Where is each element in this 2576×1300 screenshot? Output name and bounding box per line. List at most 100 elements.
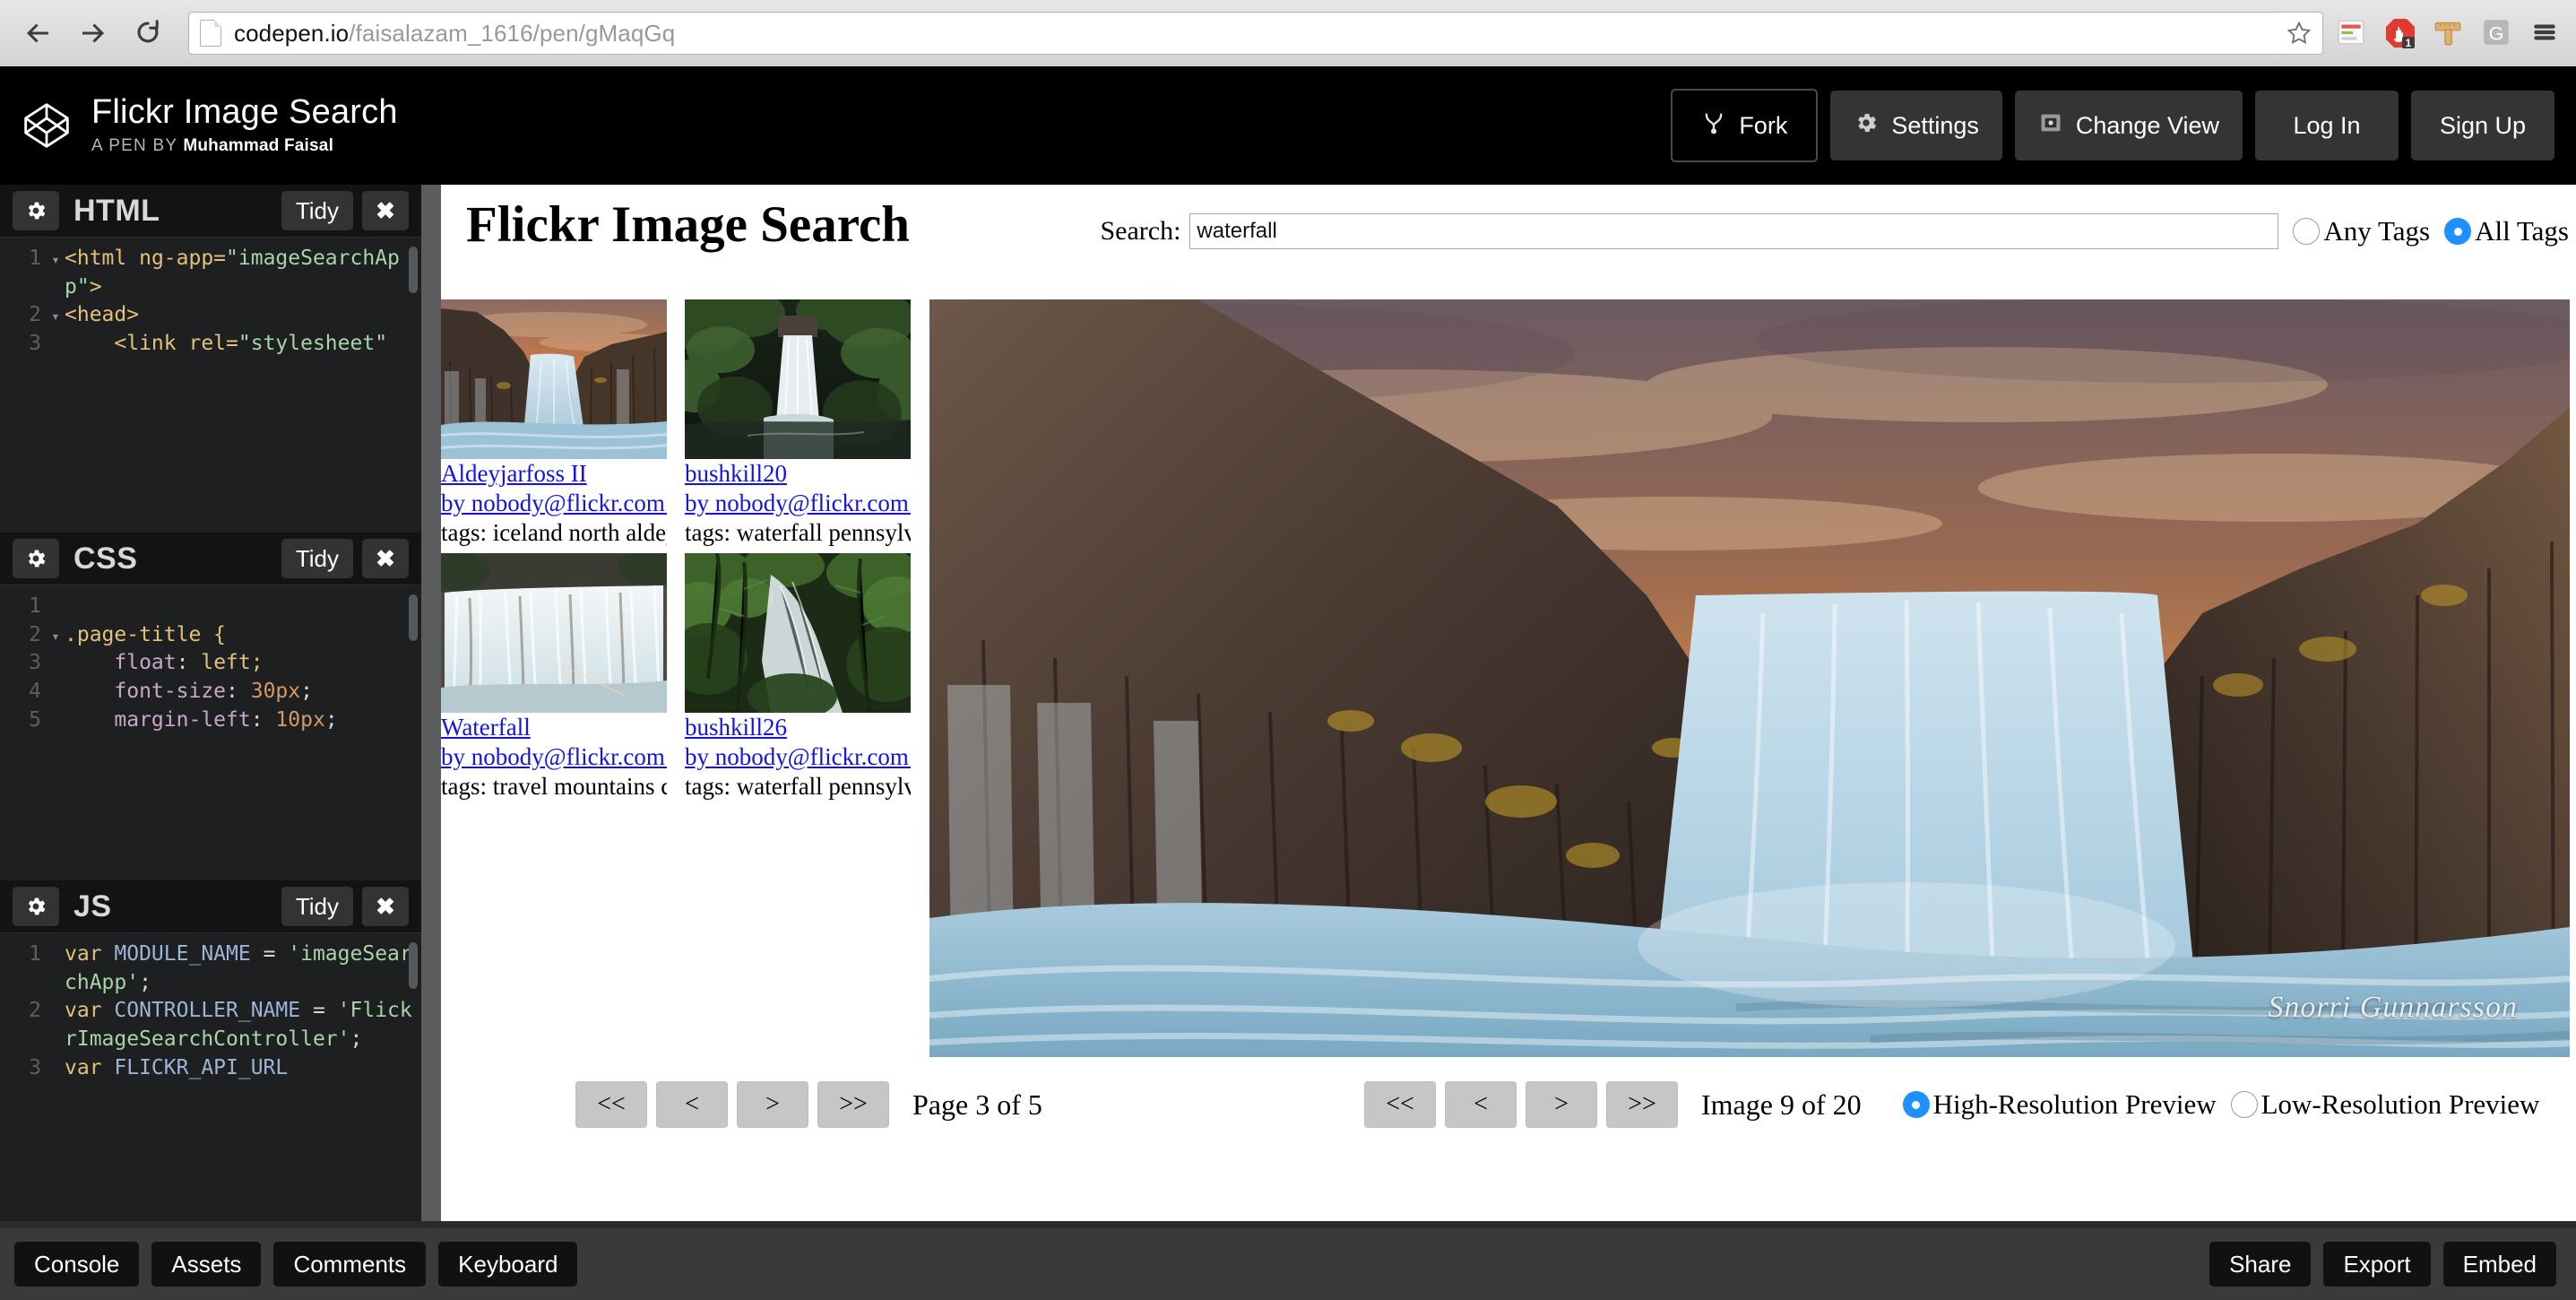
main-image-viewer[interactable]: Snorri Gunnarsson — [929, 299, 2570, 1057]
line-number: 2 — [29, 303, 41, 327]
line-number: 2 — [29, 622, 41, 646]
radio-all-tags[interactable] — [2444, 218, 2472, 245]
image-pagination: << < > >> Image 9 of 20 High-Resolution … — [1364, 1081, 2539, 1128]
settings-label: Settings — [1891, 111, 1979, 139]
embed-button[interactable]: Embed — [2442, 1242, 2556, 1287]
editor-scrollbar[interactable] — [409, 594, 418, 641]
browser-toolbar: codepen.io/faisalazam_1616/pen/gMaqGq 1 — [0, 0, 2576, 67]
page-first-button[interactable]: << — [575, 1081, 647, 1128]
thumbnail-image[interactable] — [667, 290, 930, 459]
thumbnail-title-link[interactable]: bushkill26 — [685, 713, 911, 742]
gear-icon[interactable] — [13, 191, 59, 230]
image-last-button[interactable]: >> — [1606, 1081, 1678, 1128]
close-icon[interactable]: ✖ — [362, 539, 409, 578]
thumbnail-item[interactable]: Waterfallby nobody@flickr.com (Oleh S...… — [441, 549, 681, 802]
fork-button[interactable]: Fork — [1671, 89, 1819, 162]
fold-toggle-icon — [47, 330, 65, 359]
assets-button[interactable]: Assets — [151, 1242, 262, 1287]
thumbnail-title-link[interactable]: bushkill20 — [685, 459, 911, 489]
back-arrow-icon[interactable] — [22, 17, 54, 49]
code-area-css[interactable]: 1 2 ▾ .page-title {3 float: left; 4 font-siz… — [0, 585, 421, 881]
close-icon[interactable]: ✖ — [362, 191, 409, 230]
thumbnail-author-link[interactable]: by nobody@flickr.com (Oleh S... — [441, 742, 667, 772]
codepen-page: codepen.io/faisalazam_1616/pen/gMaqGq 1 — [0, 0, 2576, 1300]
thumbnail-image[interactable] — [441, 299, 683, 460]
fold-toggle-icon[interactable]: ▾ — [47, 301, 65, 330]
tidy-button[interactable]: Tidy — [281, 539, 353, 578]
editor-scrollbar[interactable] — [409, 247, 418, 293]
thumbnail-item[interactable]: Aldeyjarfoss IIby nobody@flickr.com (Sno… — [441, 299, 683, 548]
thumbnail-image[interactable] — [667, 543, 930, 720]
log-in-button[interactable]: Log In — [2255, 91, 2399, 160]
image-prev-button[interactable]: < — [1445, 1081, 1517, 1128]
url-text: codepen.io/faisalazam_1616/pen/gMaqGq — [234, 20, 675, 48]
image-next-button[interactable]: > — [1526, 1081, 1597, 1128]
console-button[interactable]: Console — [14, 1242, 140, 1287]
editor-preview-resize-handle[interactable] — [421, 185, 441, 1228]
browser-nav-buttons — [0, 17, 188, 49]
forward-arrow-icon[interactable] — [77, 17, 109, 49]
page-prev-button[interactable]: < — [656, 1081, 728, 1128]
close-icon[interactable]: ✖ — [362, 887, 409, 926]
share-button[interactable]: Share — [2209, 1242, 2312, 1287]
grammarly-icon[interactable]: G — [2481, 17, 2513, 49]
editor-panel-html: HTML Tidy ✖ 1 ▾ <html ng-app="imageSearchApp"… — [0, 185, 421, 533]
reader-icon[interactable] — [2336, 17, 2368, 49]
page-pagination: << < > >> Page 3 of 5 — [575, 1081, 1042, 1128]
radio-any-tags[interactable] — [2293, 218, 2321, 245]
comments-button[interactable]: Comments — [273, 1242, 427, 1287]
address-bar[interactable]: codepen.io/faisalazam_1616/pen/gMaqGq — [188, 12, 2278, 55]
page-last-button[interactable]: >> — [817, 1081, 889, 1128]
editor-scrollbar[interactable] — [409, 942, 418, 989]
code-text: .page-title { — [65, 622, 227, 646]
code-line: 1 var MODULE_NAME = 'imageSearchApp'; — [0, 940, 421, 997]
gear-icon[interactable] — [13, 539, 59, 578]
settings-button[interactable]: Settings — [1830, 91, 2002, 160]
change-view-button[interactable]: Change View — [2014, 91, 2243, 160]
main-image[interactable]: Snorri Gunnarsson — [929, 299, 2570, 1057]
line-number: 1 — [29, 247, 41, 270]
image-watermark: Snorri Gunnarsson — [2268, 991, 2518, 1024]
page-next-button[interactable]: > — [737, 1081, 808, 1128]
thumbnail-author-link[interactable]: by nobody@flickr.com (daily o... — [685, 742, 911, 772]
code-area-js[interactable]: 1 var MODULE_NAME = 'imageSearchApp'; 2 var… — [0, 933, 421, 1229]
thumbnail-item[interactable]: bushkill20by nobody@flickr.com (daily o.… — [667, 290, 930, 548]
reload-icon[interactable] — [133, 17, 165, 49]
code-area-html[interactable]: 1 ▾ <html ng-app="imageSearchApp"> 2 ▾ <head>… — [0, 238, 421, 533]
fold-toggle-icon[interactable]: ▾ — [47, 621, 65, 650]
code-text: var FLICKR_API_URL — [65, 1055, 289, 1079]
pen-byline: A PEN BY Muhammad Faisal — [91, 136, 398, 156]
code-text: <html ng-app="imageSearchApp"> — [65, 247, 400, 299]
tidy-button[interactable]: Tidy — [281, 191, 353, 230]
line-number: 3 — [29, 332, 41, 356]
code-line: 2 var CONTROLLER_NAME = 'FlickrImageSearc… — [0, 997, 421, 1053]
keyboard-button[interactable]: Keyboard — [438, 1242, 578, 1287]
sign-up-button[interactable]: Sign Up — [2411, 91, 2554, 160]
thumbnail-author-link[interactable]: by nobody@flickr.com (Snorri ... — [441, 489, 667, 518]
line-number: 3 — [29, 1055, 41, 1079]
export-button[interactable]: Export — [2323, 1242, 2431, 1287]
fold-toggle-icon — [47, 997, 65, 1053]
menu-icon[interactable] — [2529, 17, 2562, 49]
search-input[interactable] — [1189, 213, 2279, 249]
adblock-icon[interactable]: 1 — [2384, 17, 2416, 49]
thumbnail-title-link[interactable]: Aldeyjarfoss II — [441, 459, 667, 489]
line-number: 4 — [29, 680, 41, 704]
thumbnail-image[interactable] — [441, 549, 681, 713]
gear-icon[interactable] — [13, 887, 59, 926]
radio-low-resolution[interactable] — [2230, 1091, 2258, 1118]
ruler-icon[interactable] — [2433, 17, 2465, 49]
tidy-button[interactable]: Tidy — [281, 887, 353, 926]
radio-high-resolution[interactable] — [1902, 1091, 1930, 1118]
preview-header: Flickr Image Search Search: Any Tags All… — [441, 185, 2576, 269]
thumbnail-item[interactable]: bushkill26by nobody@flickr.com (daily o.… — [667, 543, 930, 802]
image-first-button[interactable]: << — [1364, 1081, 1436, 1128]
code-line: 1 — [0, 593, 421, 621]
thumbnail-title-link[interactable]: Waterfall — [441, 713, 667, 742]
line-number: 2 — [29, 999, 41, 1023]
preview-pane: Flickr Image Search Search: Any Tags All… — [441, 185, 2576, 1228]
editor-header-css: CSS Tidy ✖ — [0, 533, 421, 585]
fold-toggle-icon[interactable]: ▾ — [47, 245, 65, 301]
thumbnail-author-link[interactable]: by nobody@flickr.com (daily o... — [685, 489, 911, 518]
star-icon[interactable] — [2276, 12, 2323, 55]
